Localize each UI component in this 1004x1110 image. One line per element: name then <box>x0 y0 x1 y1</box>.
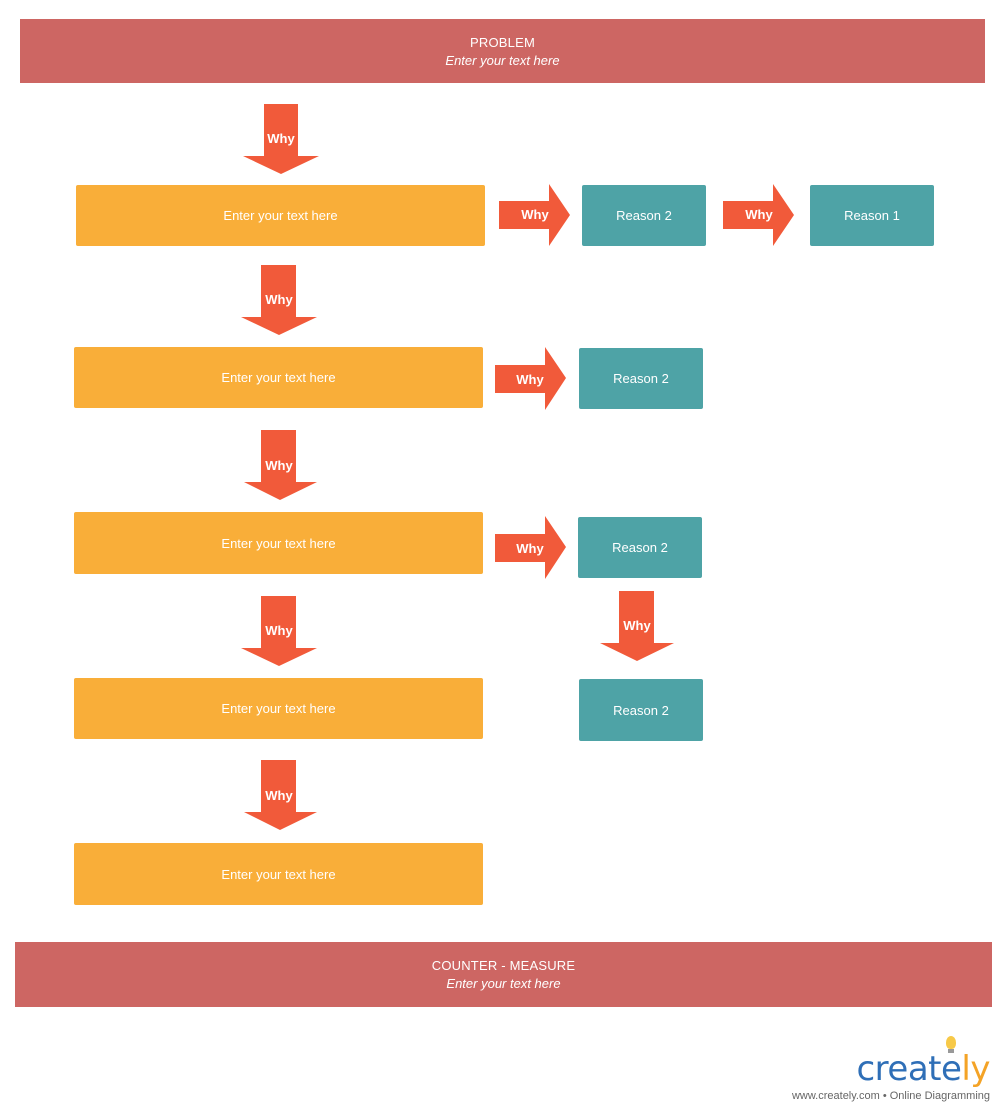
why-arrow-down-5[interactable]: Why <box>244 760 317 830</box>
reason-box-row1-a[interactable]: Reason 2 <box>582 185 706 246</box>
reason-box-row4[interactable]: Reason 2 <box>579 679 703 741</box>
why-arrow-down-1[interactable]: Why <box>243 104 319 174</box>
why-arrow-label: Why <box>516 372 544 387</box>
why-arrow-label: Why <box>265 788 293 803</box>
why-box-5[interactable]: Enter your text here <box>74 843 483 905</box>
problem-subtitle[interactable]: Enter your text here <box>20 53 985 68</box>
logo-accent-text: ly <box>961 1049 990 1089</box>
why-arrow-right-3[interactable]: Why <box>495 347 566 410</box>
why-box-4[interactable]: Enter your text here <box>74 678 483 739</box>
why-arrow-down-reason[interactable]: Why <box>600 591 674 661</box>
reason-box-row1-b[interactable]: Reason 1 <box>810 185 934 246</box>
why-arrow-right-1[interactable]: Why <box>499 184 570 246</box>
why-arrow-right-4[interactable]: Why <box>495 516 566 579</box>
counter-measure-subtitle[interactable]: Enter your text here <box>15 976 992 991</box>
problem-title: PROBLEM <box>470 35 535 50</box>
why-box-1[interactable]: Enter your text here <box>76 185 485 246</box>
why-box-3[interactable]: Enter your text here <box>74 512 483 574</box>
why-box-2[interactable]: Enter your text here <box>74 347 483 408</box>
creately-logo: creately www.creately.com • Online Diagr… <box>760 1036 990 1102</box>
why-arrow-label: Why <box>745 207 773 222</box>
why-arrow-label: Why <box>265 458 293 473</box>
why-arrow-label: Why <box>516 541 544 556</box>
lightbulb-icon <box>946 1036 956 1049</box>
counter-measure-title: COUNTER - MEASURE <box>431 958 576 973</box>
problem-banner[interactable]: PROBLEM Enter your text here <box>20 19 985 83</box>
why-arrow-down-4[interactable]: Why <box>241 596 317 666</box>
why-arrow-label: Why <box>623 618 651 633</box>
why-arrow-label: Why <box>521 207 549 222</box>
why-arrow-down-2[interactable]: Why <box>241 265 317 335</box>
why-arrow-down-3[interactable]: Why <box>244 430 317 500</box>
logo-main-text: create <box>856 1049 962 1089</box>
why-arrow-label: Why <box>265 292 293 307</box>
why-arrow-right-2[interactable]: Why <box>723 184 794 246</box>
reason-box-row2[interactable]: Reason 2 <box>579 348 703 409</box>
logo-tagline: www.creately.com • Online Diagramming <box>791 1090 990 1102</box>
why-arrow-label: Why <box>265 623 293 638</box>
counter-measure-banner[interactable]: COUNTER - MEASURE Enter your text here <box>15 942 992 1007</box>
reason-box-row3[interactable]: Reason 2 <box>578 517 702 578</box>
lightbulb-base-icon <box>948 1049 954 1053</box>
why-arrow-label: Why <box>267 131 295 146</box>
